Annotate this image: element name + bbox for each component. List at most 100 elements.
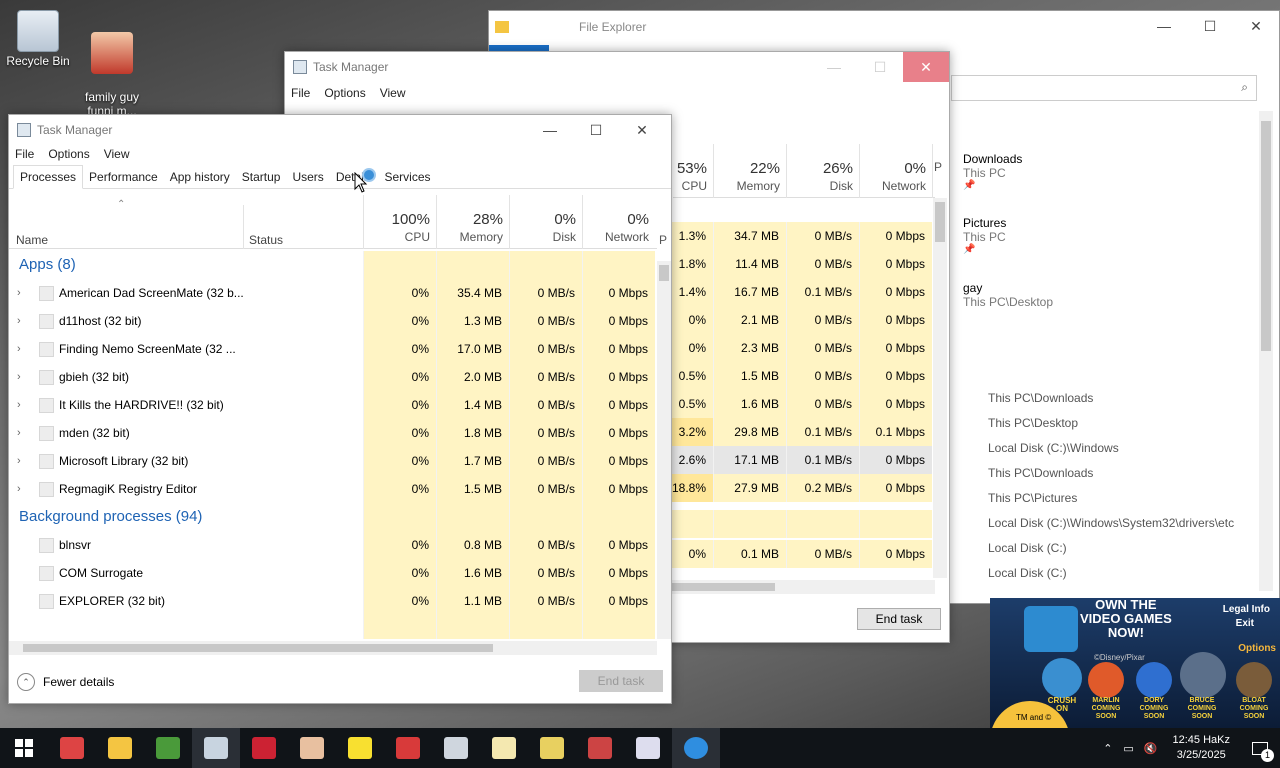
desktop-icon-recycle-bin[interactable]: Recycle Bin	[0, 10, 76, 68]
quick-access-item[interactable]: Pictures This PC 📌	[963, 216, 1006, 255]
horizontal-scrollbar[interactable]	[9, 641, 657, 655]
column-status[interactable]: Status	[249, 233, 283, 247]
menu-file[interactable]: File	[15, 147, 34, 161]
recent-file-path[interactable]: This PC\Downloads	[988, 391, 1093, 405]
table-row[interactable]: › mden (32 bit) 0% 1.8 MB 0 MB/s 0 Mbps	[9, 419, 657, 447]
group-header[interactable]: Apps (8)	[19, 251, 76, 279]
scroll-thumb[interactable]	[23, 644, 493, 652]
group-header[interactable]: Background processes (94)	[19, 503, 202, 531]
menu-view[interactable]: View	[104, 147, 130, 161]
table-row[interactable]: › d11host (32 bit) 0% 1.3 MB 0 MB/s 0 Mbps	[9, 307, 657, 335]
column-disk[interactable]: 26% Disk	[786, 144, 859, 198]
tab-processes[interactable]: Processes	[13, 165, 84, 189]
column-network[interactable]: 0% Network	[859, 144, 932, 198]
column-name[interactable]: Name	[16, 233, 48, 247]
column-memory[interactable]: 22% Memory	[713, 144, 786, 198]
recent-file-path[interactable]: This PC\Desktop	[988, 416, 1078, 430]
taskbar-app[interactable]	[624, 728, 672, 768]
column-disk[interactable]: 0% Disk	[509, 195, 582, 249]
notification-center[interactable]: 1	[1240, 728, 1280, 768]
recent-file-path[interactable]: Local Disk (C:)\Windows	[988, 441, 1119, 455]
ad-game-button[interactable]	[1136, 662, 1172, 698]
chevron-right-icon[interactable]: ›	[17, 307, 21, 335]
clock[interactable]: 12:45 HaKz 3/25/2025	[1163, 733, 1240, 763]
taskbar-app[interactable]	[432, 728, 480, 768]
table-row[interactable]: EXPLORER (32 bit) 0% 1.1 MB 0 MB/s 0 Mbps	[9, 587, 657, 615]
recent-file-path[interactable]: This PC\Pictures	[988, 491, 1077, 505]
tab-performance[interactable]: Performance	[83, 166, 164, 188]
chevron-right-icon[interactable]: ›	[17, 335, 21, 363]
ad-game-button[interactable]	[1236, 662, 1272, 698]
scroll-thumb[interactable]	[659, 265, 669, 281]
volume-muted-icon[interactable]: 🔇	[1139, 742, 1163, 755]
taskbar-file-explorer[interactable]	[96, 728, 144, 768]
taskbar-app[interactable]	[48, 728, 96, 768]
taskbar-app[interactable]	[288, 728, 336, 768]
table-row[interactable]: › Microsoft Library (32 bit) 0% 1.7 MB 0 MB/…	[9, 447, 657, 475]
vertical-scrollbar[interactable]	[933, 198, 947, 578]
ad-game-button[interactable]	[1042, 658, 1082, 698]
menu-file[interactable]: File	[291, 86, 310, 100]
horizontal-scrollbar[interactable]	[665, 580, 935, 594]
taskbar-task-manager[interactable]	[192, 728, 240, 768]
close-icon[interactable]: ✕	[903, 52, 949, 82]
chevron-right-icon[interactable]: ›	[17, 363, 21, 391]
taskbar-app[interactable]	[528, 728, 576, 768]
taskbar-app[interactable]	[240, 728, 288, 768]
ad-exit-link[interactable]: Exit	[1236, 618, 1254, 629]
tab-users[interactable]: Users	[286, 166, 329, 188]
recent-file-path[interactable]: Local Disk (C:)\Windows\System32\drivers…	[988, 516, 1234, 530]
chevron-right-icon[interactable]: ›	[17, 419, 21, 447]
column-power[interactable]: P	[932, 144, 944, 198]
column-network[interactable]: 0% Network	[582, 195, 655, 249]
ad-options-link[interactable]: Options	[1238, 643, 1276, 654]
taskbar-app[interactable]	[144, 728, 192, 768]
minimize-icon[interactable]: —	[811, 52, 857, 82]
recent-file-path[interactable]: Local Disk (C:)	[988, 566, 1067, 580]
maximize-icon[interactable]: ☐	[857, 52, 903, 82]
finding-nemo-ad[interactable]: OWN THE VIDEO GAMES NOW! Legal Info Exit…	[990, 598, 1280, 728]
minimize-icon[interactable]: —	[1141, 11, 1187, 41]
end-task-button[interactable]: End task	[857, 608, 941, 630]
vertical-scrollbar[interactable]	[657, 261, 671, 639]
ad-legal-link[interactable]: Legal Info	[1223, 604, 1270, 615]
quick-access-item[interactable]: Downloads This PC 📌	[963, 152, 1022, 191]
taskbar-internet-explorer[interactable]	[672, 728, 720, 768]
table-row[interactable]: › American Dad ScreenMate (32 b... 0% 35.4 …	[9, 279, 657, 307]
chevron-right-icon[interactable]: ›	[17, 447, 21, 475]
table-row[interactable]: › RegmagiK Registry Editor 0% 1.5 MB 0 MB/s 0…	[9, 475, 657, 503]
close-icon[interactable]: ✕	[1233, 11, 1279, 41]
table-row[interactable]: › It Kills the HARDRIVE!! (32 bit) 0% 1.4 M…	[9, 391, 657, 419]
taskbar-app[interactable]	[336, 728, 384, 768]
maximize-icon[interactable]: ☐	[1187, 11, 1233, 41]
menu-options[interactable]: Options	[48, 147, 89, 161]
column-cpu[interactable]: 100% CPU	[363, 195, 436, 249]
recent-file-path[interactable]: Local Disk (C:)	[988, 541, 1067, 555]
close-icon[interactable]: ✕	[619, 115, 665, 145]
search-box[interactable]: ⌕	[951, 75, 1257, 101]
taskbar-app[interactable]	[576, 728, 624, 768]
taskbar-app[interactable]	[384, 728, 432, 768]
menu-view[interactable]: View	[380, 86, 406, 100]
start-button[interactable]	[0, 728, 48, 768]
table-row[interactable]: blnsvr 0% 0.8 MB 0 MB/s 0 Mbps	[9, 531, 657, 559]
chevron-right-icon[interactable]: ›	[17, 279, 21, 307]
end-task-button[interactable]: End task	[579, 670, 663, 692]
table-row[interactable]: COM Surrogate 0% 1.6 MB 0 MB/s 0 Mbps	[9, 559, 657, 587]
column-memory[interactable]: 28% Memory	[436, 195, 509, 249]
tab-app-history[interactable]: App history	[164, 166, 236, 188]
fewer-details-button[interactable]: ⌃ Fewer details	[17, 671, 114, 693]
quick-access-item[interactable]: gay This PC\Desktop	[963, 281, 1053, 309]
scroll-thumb[interactable]	[1261, 121, 1271, 351]
chevron-right-icon[interactable]: ›	[17, 391, 21, 419]
chevron-up-icon[interactable]: ⌃	[1097, 742, 1118, 755]
chevron-right-icon[interactable]: ›	[17, 475, 21, 503]
menu-options[interactable]: Options	[324, 86, 365, 100]
scroll-thumb[interactable]	[665, 583, 775, 591]
task-manager-window[interactable]: Task Manager — ☐ ✕ File Options View Pro…	[8, 114, 672, 704]
table-row[interactable]: › Finding Nemo ScreenMate (32 ... 0% 17.0 M…	[9, 335, 657, 363]
column-power[interactable]: P	[659, 233, 667, 247]
taskbar-app[interactable]	[480, 728, 528, 768]
recent-file-path[interactable]: This PC\Downloads	[988, 466, 1093, 480]
minimize-icon[interactable]: —	[527, 115, 573, 145]
